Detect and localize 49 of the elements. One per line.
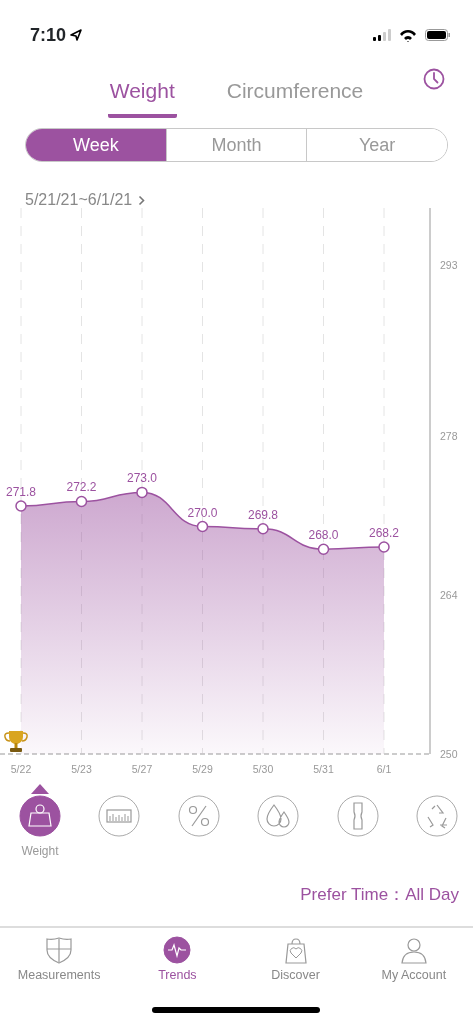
wifi-icon	[399, 28, 417, 42]
data-label: 270.0	[187, 505, 218, 520]
data-point[interactable]	[15, 500, 27, 512]
trophy-icon	[4, 731, 28, 752]
location-icon	[70, 29, 83, 41]
data-point[interactable]	[257, 523, 269, 535]
axis-label: 5/27	[131, 763, 153, 775]
data-point[interactable]	[317, 543, 330, 555]
pulse-icon	[163, 936, 192, 964]
axis-label: 5/29	[192, 763, 213, 775]
prefer-time-value[interactable]: All Day	[405, 885, 459, 904]
axis-label: 6/1	[376, 763, 392, 775]
tab[interactable]: Weight	[107, 56, 177, 118]
nav-tab[interactable]: Trends	[118, 928, 237, 988]
shield-icon	[45, 936, 74, 964]
segment-tab[interactable]: Week	[26, 129, 166, 161]
prefer-time-label: Prefer Time：	[300, 885, 406, 904]
metric-label: Weight	[21, 843, 59, 860]
axis-label: 250	[440, 748, 458, 760]
axis-label: 5/23	[71, 763, 92, 775]
data-label: 269.8	[248, 507, 278, 522]
segment-tab[interactable]: Year	[306, 129, 447, 161]
data-point[interactable]	[196, 520, 209, 533]
data-label: 268.2	[369, 525, 399, 540]
axis-label: 293	[440, 258, 458, 271]
date-range[interactable]: 5/21/21~6/1/21	[25, 188, 133, 212]
data-label: 272.2	[66, 480, 97, 495]
axis-label: 5/31	[313, 763, 334, 775]
weight-icon[interactable]	[19, 795, 61, 837]
chevron-right-icon	[138, 194, 147, 206]
person-icon	[399, 936, 428, 964]
data-label: 273.0	[127, 471, 157, 486]
nav-tab[interactable]: My Account	[354, 928, 473, 988]
battery-icon	[425, 29, 451, 41]
history-icon[interactable]	[423, 68, 445, 90]
axis-label: 264	[440, 588, 458, 601]
nav-tab[interactable]: Measurements	[0, 928, 119, 988]
data-point[interactable]	[378, 541, 390, 553]
axis-label: 5/30	[252, 763, 274, 775]
clock-time: 7:10	[30, 23, 67, 47]
data-point[interactable]	[136, 486, 148, 499]
data-point[interactable]	[75, 495, 88, 508]
signal-icon	[373, 29, 391, 41]
nav-tab[interactable]: Discover	[236, 928, 355, 988]
axis-label: 5/22	[10, 763, 32, 775]
data-label: 268.0	[308, 528, 339, 543]
data-label: 271.8	[6, 485, 36, 499]
tab[interactable]: Circumference	[224, 56, 366, 118]
axis-label: 278	[440, 429, 458, 442]
